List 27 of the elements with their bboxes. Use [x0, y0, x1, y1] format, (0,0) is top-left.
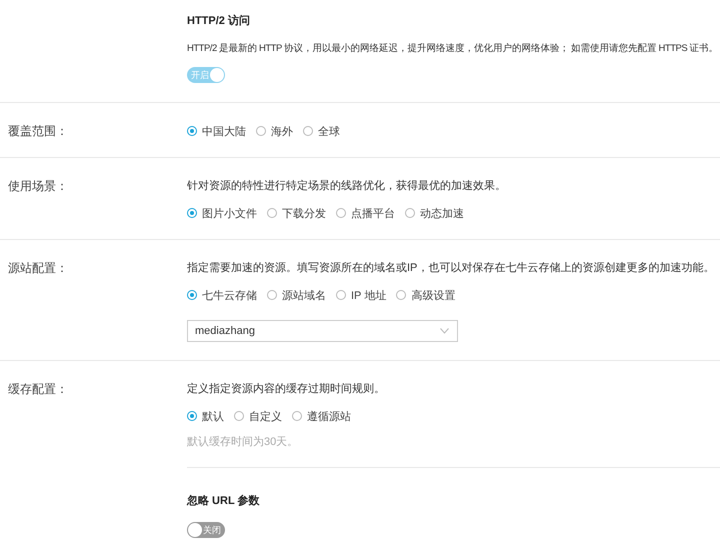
radio-option[interactable]: 遵循源站: [292, 408, 351, 424]
section-title: 忽略 URL 参数: [187, 494, 261, 508]
radio-option[interactable]: 高级设置: [396, 288, 456, 302]
hint-text: 默认缓存时间为30天。: [187, 435, 300, 449]
radio-option[interactable]: IP 地址: [336, 288, 386, 302]
field-label: 源站配置：: [8, 260, 69, 277]
radio-option[interactable]: 源站域名: [267, 288, 326, 302]
description-text: HTTP/2 是最新的 HTTP 协议，用以最小的网络延迟，提升网络速度，优化用户的网络体验； 如需使用请您先配置 HTTPS 证书。: [187, 42, 719, 55]
radio-option[interactable]: 全球: [303, 124, 340, 138]
field-label: 缓存配置：: [8, 381, 69, 398]
field-label: 使用场景：: [8, 178, 69, 195]
section-title: HTTP/2 访问: [187, 14, 251, 28]
radio-option[interactable]: 默认: [187, 408, 224, 424]
description-text: 指定需要加速的资源。填写资源所在的域名或IP，也可以对保存在七牛云存储上的资源创建更多的加速功能。: [187, 260, 716, 275]
radio-option[interactable]: 图片小文件: [187, 206, 257, 220]
radio-option[interactable]: 海外: [256, 124, 293, 138]
field-label: 覆盖范围：: [8, 123, 69, 139]
radio-option[interactable]: 自定义: [234, 408, 282, 424]
caret-icon: [440, 328, 449, 334]
radio-option[interactable]: 中国大陆: [187, 124, 246, 138]
description-text: 定义指定资源内容的缓存过期时间规则。: [187, 382, 386, 396]
dropdown-select[interactable]: mediazhang: [187, 320, 458, 342]
radio-option[interactable]: 点播平台: [336, 206, 395, 220]
description-text: 针对资源的特性进行特定场景的线路优化，获得最优的加速效果。: [187, 178, 507, 193]
radio-option[interactable]: 七牛云存储: [187, 288, 257, 302]
radio-option[interactable]: 动态加速: [405, 206, 464, 220]
radio-option[interactable]: 下载分发: [267, 206, 326, 220]
